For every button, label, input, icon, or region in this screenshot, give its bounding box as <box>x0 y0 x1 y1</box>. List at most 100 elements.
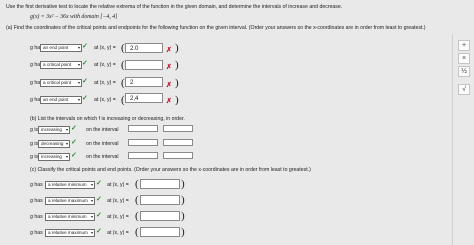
row-b2-select[interactable]: decreasing ▾ <box>38 140 70 148</box>
chevron-down-icon: ▾ <box>65 154 68 159</box>
row-c4-label: at (x, y) = <box>107 230 129 236</box>
row-a4-select[interactable]: an end point ▾ <box>40 96 82 104</box>
row-b2-select-value: decreasing <box>41 141 64 146</box>
row-b3-interval-start[interactable] <box>128 152 158 159</box>
check-icon: ✓ <box>96 196 102 203</box>
row-b2-interval-start[interactable] <box>128 139 158 146</box>
open-paren: ( <box>135 194 139 206</box>
row-a4-label: at (x, y) = <box>94 97 116 103</box>
row-c3-prefix: g has <box>30 214 43 220</box>
row-b1-label: on the interval <box>86 127 119 133</box>
chevron-down-icon: ▾ <box>65 141 68 146</box>
row-b2-prefix: g is <box>30 141 39 147</box>
row-a3-select-value: a critical point <box>43 80 72 85</box>
row-b1-select-value: increasing <box>41 127 62 132</box>
chevron-down-icon: ▾ <box>77 45 80 50</box>
row-b3-prefix: g is <box>30 154 39 160</box>
row-c2-answer-input[interactable] <box>140 195 180 205</box>
row-a1-select[interactable]: an end point ▾ <box>40 44 82 52</box>
row-a4-answer-input[interactable]: 2,4 <box>125 93 163 103</box>
row-a1-select-value: an end point <box>43 45 69 50</box>
function-definition: g(x) = 3x² − 36x with domain [−4, 4] <box>30 14 118 20</box>
chevron-down-icon: ▾ <box>90 198 93 203</box>
row-c4-answer-input[interactable] <box>140 227 180 237</box>
row-c4-select-value: a relative maximum <box>48 230 88 235</box>
part-a-prompt: (a) Find the coordinates of the critical… <box>6 25 426 31</box>
row-c2-select[interactable]: a relative maximum ▾ <box>45 197 95 205</box>
row-c2-label: at (x, y) = <box>107 198 129 204</box>
instructions-text: Use the first derivative test to locate … <box>6 4 343 10</box>
row-c4-select[interactable]: a relative maximum ▾ <box>45 229 95 237</box>
root-tool-button[interactable]: √ <box>458 84 470 95</box>
close-paren: ) <box>175 77 179 89</box>
row-b2-label: on the interval <box>86 141 119 147</box>
chevron-down-icon: ▾ <box>90 214 93 219</box>
row-c2-prefix: g has <box>30 198 43 204</box>
row-a1-label: at (x, y) = <box>94 45 116 51</box>
row-b1-interval-start[interactable] <box>128 125 158 132</box>
row-c4-prefix: g has <box>30 230 43 236</box>
row-b2-interval-end[interactable] <box>163 139 193 146</box>
times-tool-button[interactable]: × <box>458 53 470 64</box>
close-paren: ) <box>175 42 179 54</box>
row-a2-answer-input[interactable] <box>125 60 163 70</box>
row-c2-select-value: a relative maximum <box>48 198 88 203</box>
close-paren: ) <box>181 178 185 190</box>
check-icon: ✓ <box>71 139 77 146</box>
row-c3-select-value: a relative minimum <box>48 214 87 219</box>
open-paren: ( <box>135 210 139 222</box>
row-c3-answer-input[interactable] <box>140 211 180 221</box>
cross-icon: ✗ <box>166 47 172 54</box>
close-paren: ) <box>175 59 179 71</box>
row-c3-label: at (x, y) = <box>107 214 129 220</box>
row-c1-select-value: a relative minimum <box>48 182 87 187</box>
part-b-prompt: (b) List the intervals on which f is inc… <box>30 116 185 122</box>
fraction-tool-button[interactable]: ½ <box>458 66 470 77</box>
row-c1-label: at (x, y) = <box>107 182 129 188</box>
row-a3-answer-input[interactable]: 2 <box>125 77 163 87</box>
row-a2-select-value: a critical point <box>43 62 72 67</box>
sidebar-divider <box>452 34 453 245</box>
row-a2-select[interactable]: a critical point ▾ <box>40 61 82 69</box>
row-b1-prefix: g is <box>30 127 39 133</box>
check-icon: ✓ <box>82 78 88 85</box>
cross-icon: ✗ <box>166 82 172 89</box>
row-c1-answer-input[interactable] <box>140 179 180 189</box>
row-c1-select[interactable]: a relative minimum ▾ <box>45 181 95 189</box>
row-b1-select[interactable]: increasing ▾ <box>38 126 70 134</box>
check-icon: ✓ <box>82 43 88 50</box>
check-icon: ✓ <box>96 180 102 187</box>
row-b3-label: on the interval <box>86 154 119 160</box>
chevron-down-icon: ▾ <box>77 80 80 85</box>
chevron-down-icon: ▾ <box>77 62 80 67</box>
chevron-down-icon: ▾ <box>90 230 93 235</box>
open-paren: ( <box>135 178 139 190</box>
check-icon: ✓ <box>71 125 77 132</box>
chevron-down-icon: ▾ <box>65 127 68 132</box>
row-b1-interval-end[interactable] <box>163 125 193 132</box>
row-a3-select[interactable]: a critical point ▾ <box>40 79 82 87</box>
row-a1-answer-input[interactable]: 2.0 <box>125 43 163 53</box>
close-paren: ) <box>181 210 185 222</box>
check-icon: ✓ <box>82 95 88 102</box>
cross-icon: ✗ <box>166 98 172 105</box>
row-c1-prefix: g has <box>30 182 43 188</box>
check-icon: ✓ <box>71 152 77 159</box>
close-paren: ) <box>175 94 179 106</box>
plus-tool-button[interactable]: + <box>458 40 470 51</box>
row-a2-label: at (x, y) = <box>94 62 116 68</box>
close-paren: ) <box>181 194 185 206</box>
row-b3-select-value: increasing <box>41 154 62 159</box>
row-a3-label: at (x, y) = <box>94 80 116 86</box>
chevron-down-icon: ▾ <box>77 97 80 102</box>
check-icon: ✓ <box>96 228 102 235</box>
row-c3-select[interactable]: a relative minimum ▾ <box>45 213 95 221</box>
check-icon: ✓ <box>82 60 88 67</box>
row-a4-select-value: an end point <box>43 97 69 102</box>
chevron-down-icon: ▾ <box>90 182 93 187</box>
cross-icon: ✗ <box>166 64 172 71</box>
row-b3-select[interactable]: increasing ▾ <box>38 153 70 161</box>
close-paren: ) <box>181 226 185 238</box>
row-b3-interval-end[interactable] <box>163 152 193 159</box>
check-icon: ✓ <box>96 212 102 219</box>
